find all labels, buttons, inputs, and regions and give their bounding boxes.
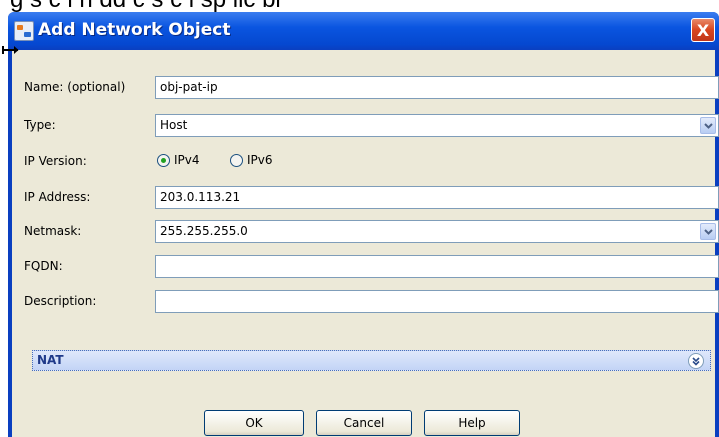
- title-bar[interactable]: Add Network Object X: [8, 12, 719, 50]
- ip-version-label: IP Version:: [24, 154, 87, 168]
- name-label: Name: (optional): [24, 80, 126, 94]
- ip-address-input[interactable]: 203.0.113.21: [155, 186, 719, 209]
- netmask-select-value: 255.255.255.0: [160, 224, 248, 238]
- ipv4-radio[interactable]: [157, 154, 170, 167]
- nat-label: NAT: [37, 353, 64, 367]
- close-icon: X: [696, 20, 710, 40]
- dialog-title: Add Network Object: [38, 20, 231, 40]
- netmask-label: Netmask:: [24, 224, 82, 238]
- ipv6-radio[interactable]: [230, 154, 243, 167]
- chevron-down-icon[interactable]: [700, 223, 716, 240]
- fqdn-input[interactable]: [155, 255, 719, 278]
- help-button[interactable]: Help: [424, 410, 520, 436]
- fqdn-label: FQDN:: [24, 259, 63, 273]
- description-label: Description:: [24, 294, 97, 308]
- ok-button[interactable]: OK: [204, 410, 304, 436]
- expand-double-chevron-icon[interactable]: [688, 353, 704, 369]
- cancel-button[interactable]: Cancel: [316, 410, 412, 436]
- dialog-window: Add Network Object X Name: (optional) ob…: [8, 12, 719, 437]
- ip-address-label: IP Address:: [24, 190, 91, 204]
- type-label: Type:: [24, 118, 56, 132]
- nat-section-header[interactable]: NAT: [32, 350, 711, 371]
- dialog-body: Name: (optional) obj-pat-ip Type: Host I…: [12, 50, 719, 437]
- name-input[interactable]: obj-pat-ip: [155, 76, 719, 99]
- network-object-icon: [14, 21, 34, 41]
- type-select[interactable]: Host: [155, 114, 719, 137]
- type-select-value: Host: [160, 118, 188, 132]
- close-button[interactable]: X: [691, 18, 715, 42]
- description-input[interactable]: [155, 290, 719, 313]
- ipv4-radio-label[interactable]: IPv4: [174, 153, 200, 167]
- ipv6-radio-label[interactable]: IPv6: [247, 153, 273, 167]
- mouse-cursor-icon: [2, 42, 20, 61]
- netmask-select[interactable]: 255.255.255.0: [155, 220, 719, 243]
- chevron-down-icon[interactable]: [700, 117, 716, 134]
